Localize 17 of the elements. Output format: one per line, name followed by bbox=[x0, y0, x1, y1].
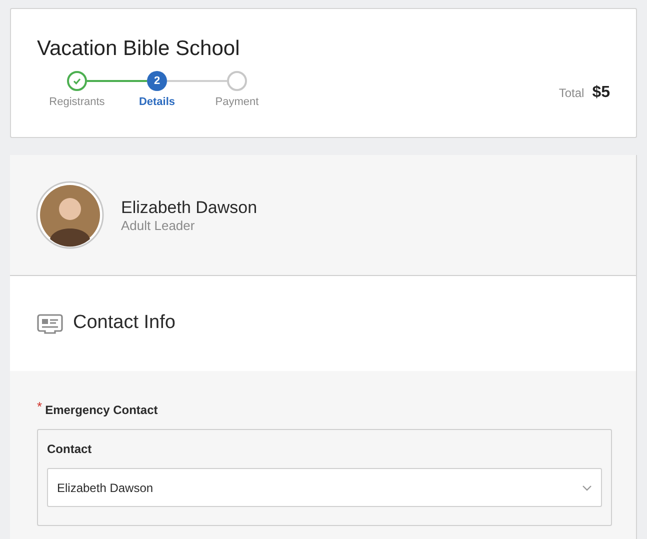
total-label: Total bbox=[558, 85, 584, 102]
total-amount: $5 bbox=[592, 83, 610, 103]
avatar bbox=[36, 181, 104, 249]
step-label: Registrants bbox=[49, 95, 105, 110]
person-role: Adult Leader bbox=[121, 218, 196, 234]
person-name: Elizabeth Dawson bbox=[121, 196, 258, 218]
contact-select[interactable]: Elizabeth Dawson bbox=[47, 468, 602, 507]
id-card-icon bbox=[37, 314, 63, 334]
page-title: Vacation Bible School bbox=[37, 37, 241, 61]
step-label: Details bbox=[138, 95, 176, 110]
group-label: Contact bbox=[47, 441, 93, 458]
required-asterisk: * bbox=[37, 401, 42, 413]
field-label: Emergency Contact bbox=[45, 402, 158, 419]
step-label: Payment bbox=[215, 95, 259, 110]
step-number: 2 bbox=[147, 71, 167, 91]
chevron-down-icon bbox=[582, 484, 592, 490]
section-title: Contact Info bbox=[73, 311, 176, 336]
